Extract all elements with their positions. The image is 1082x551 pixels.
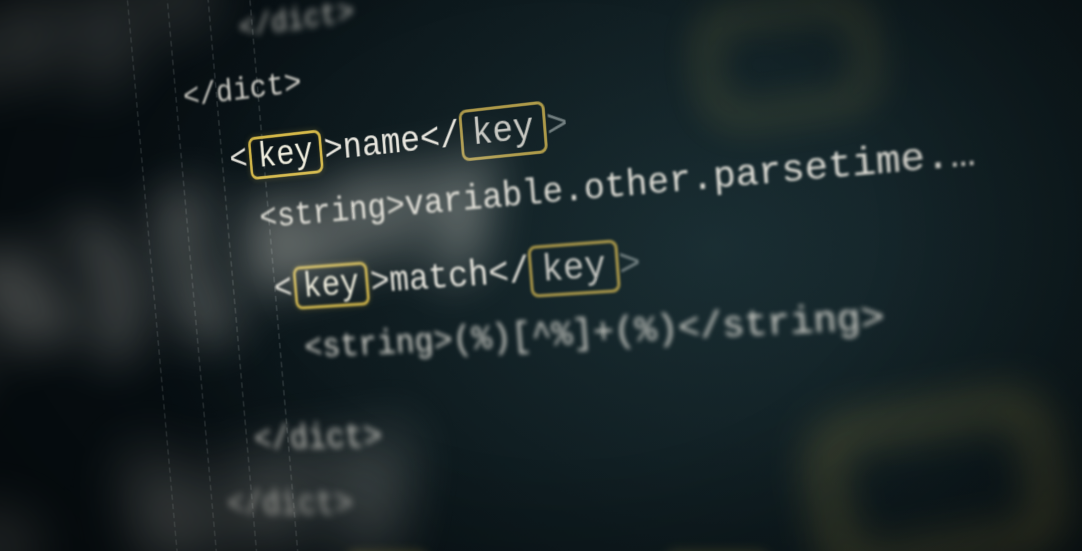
code-line-6: <string>(%)[^%]+(%)</string> [303, 297, 886, 368]
code-line-7: </dict> [253, 418, 385, 460]
code-line-3: < key >name</ key > [228, 98, 570, 185]
code-text: </dict> [253, 418, 385, 460]
code-text: > [545, 103, 570, 148]
code-text: </dict> [226, 485, 355, 524]
code-text: </dict> [182, 65, 303, 116]
code-text: <string>(%)[^%]+(%)</string> [303, 297, 886, 368]
key-highlight-box: key [292, 261, 371, 310]
key-highlight-box: key [247, 129, 324, 180]
code-text: < [273, 269, 294, 309]
code-text: >match</ [369, 251, 531, 303]
code-text: </dict> [237, 0, 355, 46]
code-line-1: </dict> [237, 0, 355, 46]
code-text: < [228, 140, 249, 181]
code-line-2: </dict> [182, 65, 303, 116]
code-line-5: < key >match</ key > [272, 238, 643, 314]
code-line-8: </dict> [226, 485, 355, 524]
code-text: >name</ [323, 116, 462, 171]
key-highlight-box: key [458, 101, 549, 162]
code-text: > [617, 243, 642, 287]
key-highlight-box: key [528, 239, 621, 297]
